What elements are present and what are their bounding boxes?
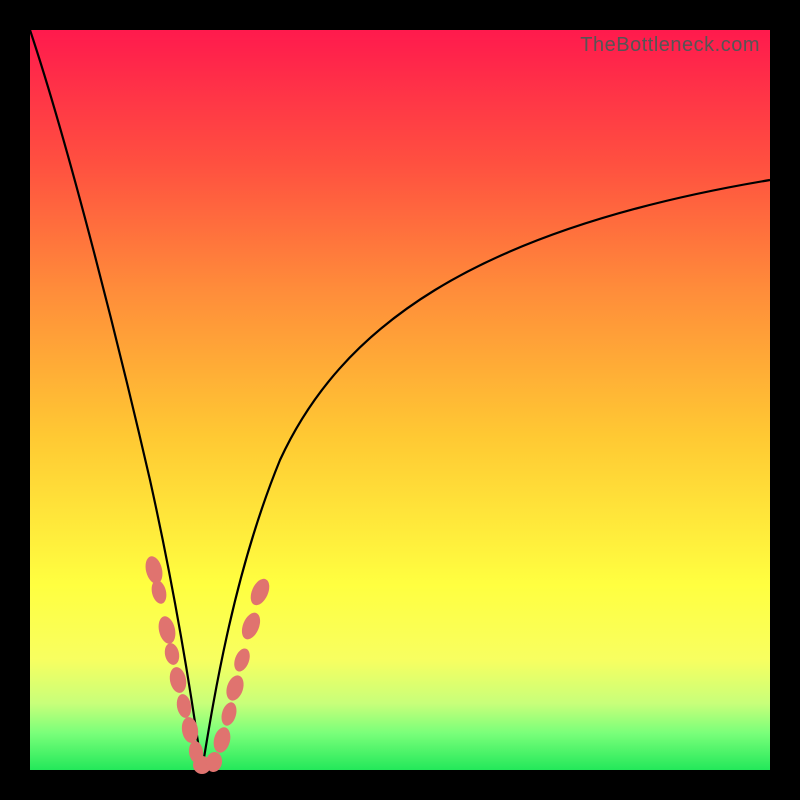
bead bbox=[156, 615, 178, 646]
bead bbox=[223, 673, 246, 703]
curve-right bbox=[202, 180, 770, 770]
bead bbox=[238, 610, 263, 642]
bead bbox=[149, 579, 168, 606]
bead bbox=[168, 666, 189, 695]
bead bbox=[231, 646, 252, 673]
chart-frame: TheBottleneck.com bbox=[0, 0, 800, 800]
bead bbox=[211, 725, 233, 754]
plot-area: TheBottleneck.com bbox=[30, 30, 770, 770]
curves-svg bbox=[30, 30, 770, 770]
bead-group bbox=[143, 554, 273, 774]
bead bbox=[247, 576, 273, 608]
bead bbox=[143, 554, 165, 585]
bead bbox=[219, 701, 239, 728]
bead bbox=[163, 642, 181, 666]
